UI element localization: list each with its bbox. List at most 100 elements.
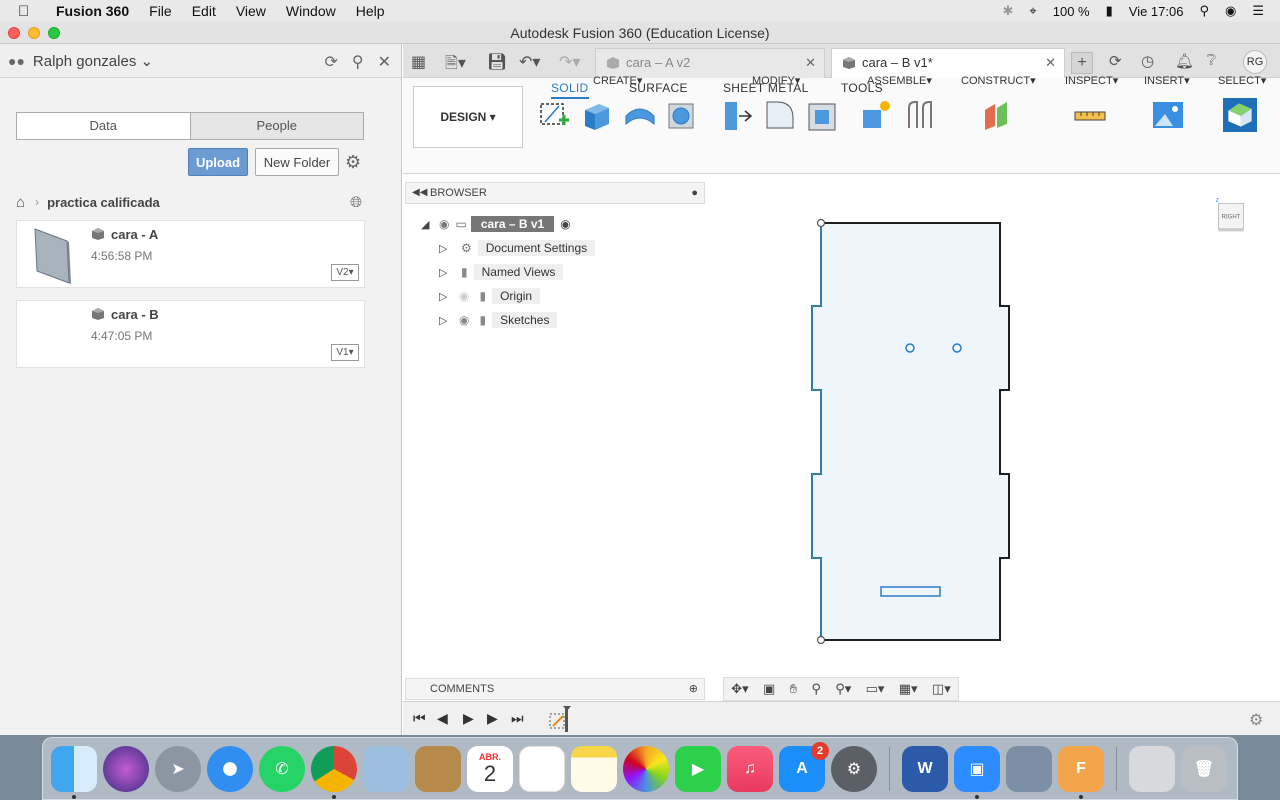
user-dropdown[interactable]: Ralph gonzales ⌄ xyxy=(33,52,153,70)
file-menu-icon[interactable]: 🗎︎▾ xyxy=(445,52,466,79)
design-canvas[interactable]: ◀◀ BROWSER ● ◢ ◉ ▭ cara – B v1 ◉ ▷ ⚙ Doc… xyxy=(403,174,1280,701)
system-preferences-dock-icon[interactable]: ⚙ xyxy=(831,745,877,792)
avatar[interactable]: RG xyxy=(1243,50,1267,74)
preview-dock-icon[interactable] xyxy=(1006,745,1052,792)
menu-help[interactable]: Help xyxy=(356,3,385,19)
offset-plane-icon[interactable] xyxy=(981,98,1015,132)
wifi-icon[interactable]: ⌖ xyxy=(1029,3,1036,19)
group-insert[interactable]: INSERT▾ xyxy=(1144,74,1190,87)
gear-icon[interactable]: ⚙ xyxy=(345,152,361,173)
redo-icon[interactable]: ↷▾ xyxy=(559,52,580,72)
notifications-icon[interactable]: 🔔︎ xyxy=(1175,52,1194,70)
fusion-360-dock-icon[interactable]: F xyxy=(1058,745,1104,799)
fit-icon[interactable]: ⚲▾ xyxy=(835,681,851,697)
timeline-settings-gear-icon[interactable]: ⚙ xyxy=(1249,710,1263,730)
activate-radio-icon[interactable]: ◉ xyxy=(560,217,570,231)
sketch-point[interactable] xyxy=(816,635,826,644)
new-component-icon[interactable] xyxy=(859,98,893,132)
facetime-dock-icon[interactable]: ▶︎ xyxy=(675,745,721,792)
pan-icon[interactable]: ✋︎ xyxy=(790,681,797,697)
group-create[interactable]: CREATE▾ xyxy=(593,74,642,87)
step-back-icon[interactable]: ◀︎ xyxy=(437,710,448,727)
tab-people[interactable]: People xyxy=(190,113,363,139)
safari-dock-icon[interactable] xyxy=(207,745,253,792)
spotlight-search-icon[interactable]: ⚲ xyxy=(1199,3,1209,19)
browser-item-origin[interactable]: ▷ ◉ ▮ Origin xyxy=(439,286,541,306)
select-icon[interactable] xyxy=(1223,98,1257,132)
app-store-dock-icon[interactable]: A2 xyxy=(779,741,829,792)
go-to-start-icon[interactable]: ⏮︎ xyxy=(413,710,426,727)
globe-icon[interactable]: 🌐︎ xyxy=(350,194,362,211)
new-folder-button[interactable]: New Folder xyxy=(255,148,339,176)
mail-dock-icon[interactable] xyxy=(363,745,409,792)
sketch-point[interactable] xyxy=(816,218,826,228)
notes-dock-icon[interactable] xyxy=(571,745,617,792)
visibility-eye-icon[interactable]: ◉ xyxy=(439,217,449,231)
menu-file[interactable]: File xyxy=(149,3,172,19)
photos-dock-icon[interactable] xyxy=(623,745,669,792)
add-comment-icon[interactable]: ⊕ xyxy=(689,679,698,699)
zoom-icon[interactable]: ⚲ xyxy=(811,681,821,697)
grid-settings-icon[interactable]: ▦▾ xyxy=(899,681,918,697)
joint-icon[interactable] xyxy=(903,98,937,132)
expand-arrow-icon[interactable]: ▷ xyxy=(439,290,455,303)
search-icon[interactable]: ⚲ xyxy=(352,52,364,72)
music-dock-icon[interactable]: ♫ xyxy=(727,745,773,792)
minimize-window-button[interactable] xyxy=(28,27,40,39)
viewports-icon[interactable]: ◫▾ xyxy=(932,681,951,697)
step-forward-icon[interactable]: ▶︎ xyxy=(487,710,498,727)
browser-item-named-views[interactable]: ▷ ▮ Named Views xyxy=(439,262,564,282)
bluetooth-icon[interactable]: ✱ xyxy=(1003,3,1014,19)
display-settings-icon[interactable]: ▭▾ xyxy=(866,681,885,697)
app-grid-icon[interactable]: ▦ xyxy=(411,52,426,72)
menubar-clock[interactable]: Vie 17:06 xyxy=(1129,4,1184,19)
minimize-browser-icon[interactable]: ● xyxy=(691,183,698,203)
play-icon[interactable]: ▶︎ xyxy=(463,710,474,727)
expand-arrow-icon[interactable]: ▷ xyxy=(439,266,455,279)
calendar-dock-icon[interactable]: ABR. 2 xyxy=(467,745,513,792)
reminders-dock-icon[interactable] xyxy=(519,745,565,792)
version-dropdown[interactable]: V2▾ xyxy=(331,264,359,281)
group-select[interactable]: SELECT▾ xyxy=(1218,74,1266,87)
contacts-dock-icon[interactable] xyxy=(415,745,461,792)
hole-icon[interactable] xyxy=(665,98,699,132)
home-icon[interactable]: ⌂ xyxy=(16,194,25,211)
extensions-icon[interactable]: ⟳ xyxy=(1109,52,1122,70)
notification-center-icon[interactable]: ☰ xyxy=(1252,3,1264,19)
visibility-eye-icon[interactable]: ◉ xyxy=(459,313,469,327)
group-inspect[interactable]: INSPECT▾ xyxy=(1065,74,1118,87)
zoom-dock-icon[interactable]: ▣ xyxy=(954,745,1000,799)
collapse-browser-icon[interactable]: ◀◀ xyxy=(412,183,427,203)
comments-panel-header[interactable]: COMMENTS ⊕ xyxy=(405,678,705,700)
orbit-icon[interactable]: ✥▾ xyxy=(731,681,748,697)
timeline-sketch-feature-icon[interactable] xyxy=(547,706,573,734)
close-tab-icon[interactable]: ✕ xyxy=(1045,49,1056,77)
battery-icon[interactable]: ▮ xyxy=(1106,3,1113,19)
fillet-icon[interactable] xyxy=(763,98,797,132)
insert-image-icon[interactable] xyxy=(1151,98,1185,132)
close-icon[interactable]: ✕ xyxy=(378,52,391,72)
tab-data[interactable]: Data xyxy=(17,113,191,139)
help-icon[interactable]: ❔︎ xyxy=(1207,52,1216,69)
version-dropdown[interactable]: V1▾ xyxy=(331,344,359,361)
job-status-icon[interactable]: ◷ xyxy=(1141,52,1154,70)
expand-arrow-icon[interactable]: ▷ xyxy=(439,314,455,327)
finder-dock-icon[interactable] xyxy=(51,745,97,799)
group-modify[interactable]: MODIFY▾ xyxy=(752,74,800,87)
chrome-dock-icon[interactable] xyxy=(311,745,357,799)
trash-dock-icon[interactable]: 🗑︎ xyxy=(1181,745,1227,792)
expand-arrow-icon[interactable]: ▷ xyxy=(439,242,455,255)
upload-button[interactable]: Upload xyxy=(188,148,248,176)
whatsapp-dock-icon[interactable]: ✆︎ xyxy=(259,745,305,792)
extrude-icon[interactable] xyxy=(579,98,613,132)
browser-item-document-settings[interactable]: ▷ ⚙ Document Settings xyxy=(439,238,596,258)
apple-menu-icon[interactable]:  xyxy=(18,3,38,20)
group-assemble[interactable]: ASSEMBLE▾ xyxy=(867,74,932,87)
shell-icon[interactable] xyxy=(805,98,839,132)
word-dock-icon[interactable]: W xyxy=(902,745,948,792)
sketch-profile[interactable] xyxy=(803,214,1023,644)
external-drive-dock-icon[interactable] xyxy=(1129,745,1175,792)
press-pull-icon[interactable] xyxy=(721,98,755,132)
launchpad-dock-icon[interactable]: ➤ xyxy=(155,745,201,792)
menu-view[interactable]: View xyxy=(236,3,266,19)
